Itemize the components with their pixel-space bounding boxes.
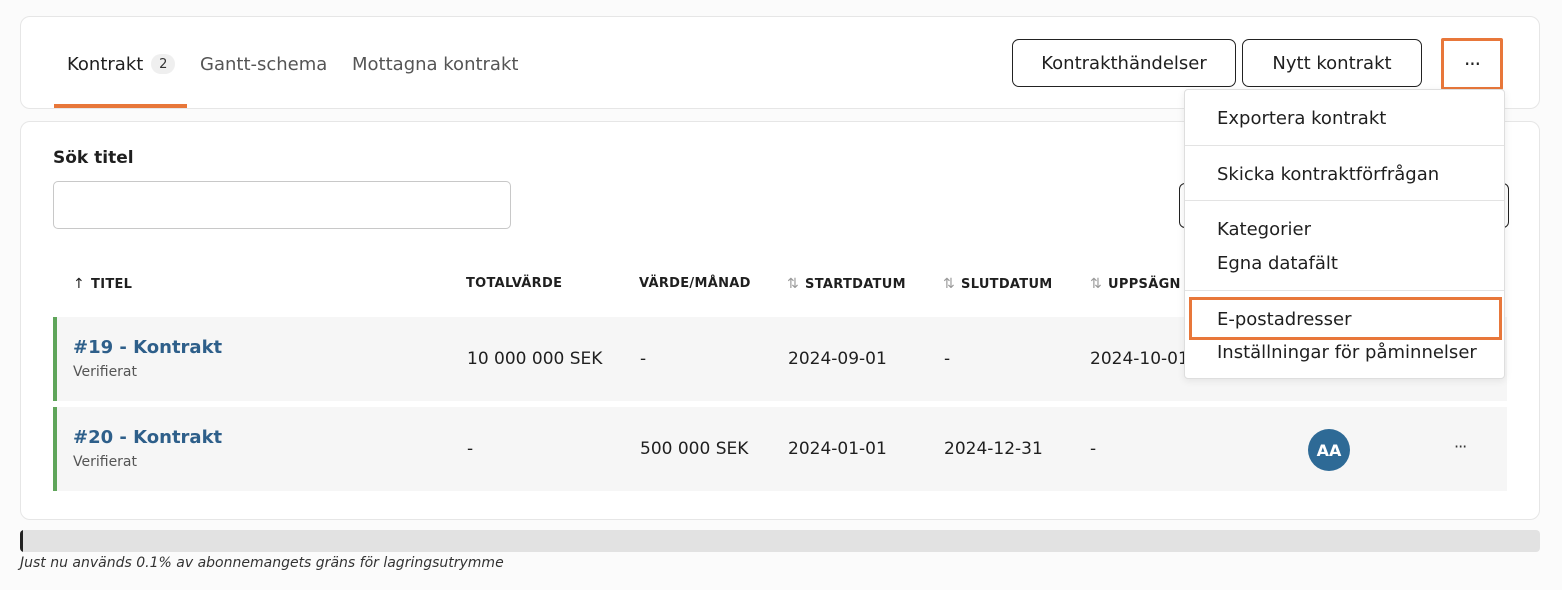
cell-total: - bbox=[467, 439, 474, 459]
column-header-monthly: VÄRDE/MÅNAD bbox=[639, 276, 751, 291]
cell-monthly: 500 000 SEK bbox=[640, 439, 749, 459]
tab-label: Kontrakt bbox=[67, 53, 144, 75]
cell-notice: - bbox=[1090, 439, 1097, 459]
menu-item-categories[interactable]: Kategorier bbox=[1217, 219, 1311, 240]
contract-title-link[interactable]: #20 - Kontrakt bbox=[73, 427, 222, 448]
storage-usage-bar bbox=[20, 530, 1540, 552]
cell-end: - bbox=[944, 349, 951, 369]
menu-divider bbox=[1185, 290, 1504, 291]
sort-icon: ⇅ bbox=[787, 276, 800, 292]
cell-total: 10 000 000 SEK bbox=[467, 349, 603, 369]
tab-count-badge: 2 bbox=[151, 54, 176, 74]
tab-kontrakt[interactable]: Kontrakt 2 bbox=[67, 53, 176, 75]
more-options-menu: Exportera kontrakt Skicka kontraktförfrå… bbox=[1184, 89, 1505, 379]
search-input[interactable] bbox=[53, 181, 511, 229]
menu-divider bbox=[1185, 200, 1504, 201]
active-tab-indicator bbox=[54, 104, 187, 108]
menu-item-reminder-settings[interactable]: Inställningar för påminnelser bbox=[1217, 342, 1477, 363]
menu-divider bbox=[1185, 145, 1504, 146]
contract-title-link[interactable]: #19 - Kontrakt bbox=[73, 337, 222, 358]
column-header-start[interactable]: ⇅ STARTDATUM bbox=[787, 276, 906, 292]
column-header-title[interactable]: ↑ TITEL bbox=[73, 276, 132, 292]
cell-start: 2024-09-01 bbox=[788, 349, 887, 369]
column-header-end[interactable]: ⇅ SLUTDATUM bbox=[943, 276, 1053, 292]
storage-usage-text: Just nu används 0.1% av abonnemangets gr… bbox=[20, 555, 504, 571]
menu-item-export[interactable]: Exportera kontrakt bbox=[1217, 108, 1386, 129]
table-row[interactable]: #20 - Kontrakt Verifierat - 500 000 SEK … bbox=[53, 407, 1507, 491]
ellipsis-icon: ··· bbox=[1463, 52, 1481, 76]
new-contract-button[interactable]: Nytt kontrakt bbox=[1242, 39, 1422, 87]
cell-start: 2024-01-01 bbox=[788, 439, 887, 459]
tab-gantt-schema[interactable]: Gantt-schema bbox=[200, 53, 327, 75]
contract-status: Verifierat bbox=[73, 364, 138, 380]
column-header-total: TOTALVÄRDE bbox=[466, 276, 563, 291]
sort-asc-icon: ↑ bbox=[73, 276, 86, 292]
contract-events-button[interactable]: Kontrakthändelser bbox=[1012, 39, 1236, 87]
menu-item-email-addresses[interactable]: E-postadresser bbox=[1217, 309, 1352, 330]
more-options-button[interactable]: ··· bbox=[1441, 38, 1503, 90]
sort-icon: ⇅ bbox=[943, 276, 956, 292]
menu-item-send-request[interactable]: Skicka kontraktförfrågan bbox=[1217, 164, 1439, 185]
cell-notice: 2024-10-01 bbox=[1090, 349, 1189, 369]
avatar: AA bbox=[1308, 429, 1350, 471]
cell-end: 2024-12-31 bbox=[944, 439, 1043, 459]
contract-status: Verifierat bbox=[73, 454, 138, 470]
row-more-icon[interactable]: ··· bbox=[1454, 437, 1467, 456]
cell-monthly: - bbox=[640, 349, 647, 369]
storage-usage-fill bbox=[20, 530, 24, 552]
sort-icon: ⇅ bbox=[1090, 276, 1103, 292]
menu-item-custom-fields[interactable]: Egna datafält bbox=[1217, 253, 1338, 274]
search-label: Sök titel bbox=[53, 148, 134, 168]
column-header-notice[interactable]: ⇅ UPPSÄGN bbox=[1090, 276, 1181, 292]
tab-mottagna-kontrakt[interactable]: Mottagna kontrakt bbox=[352, 53, 518, 75]
